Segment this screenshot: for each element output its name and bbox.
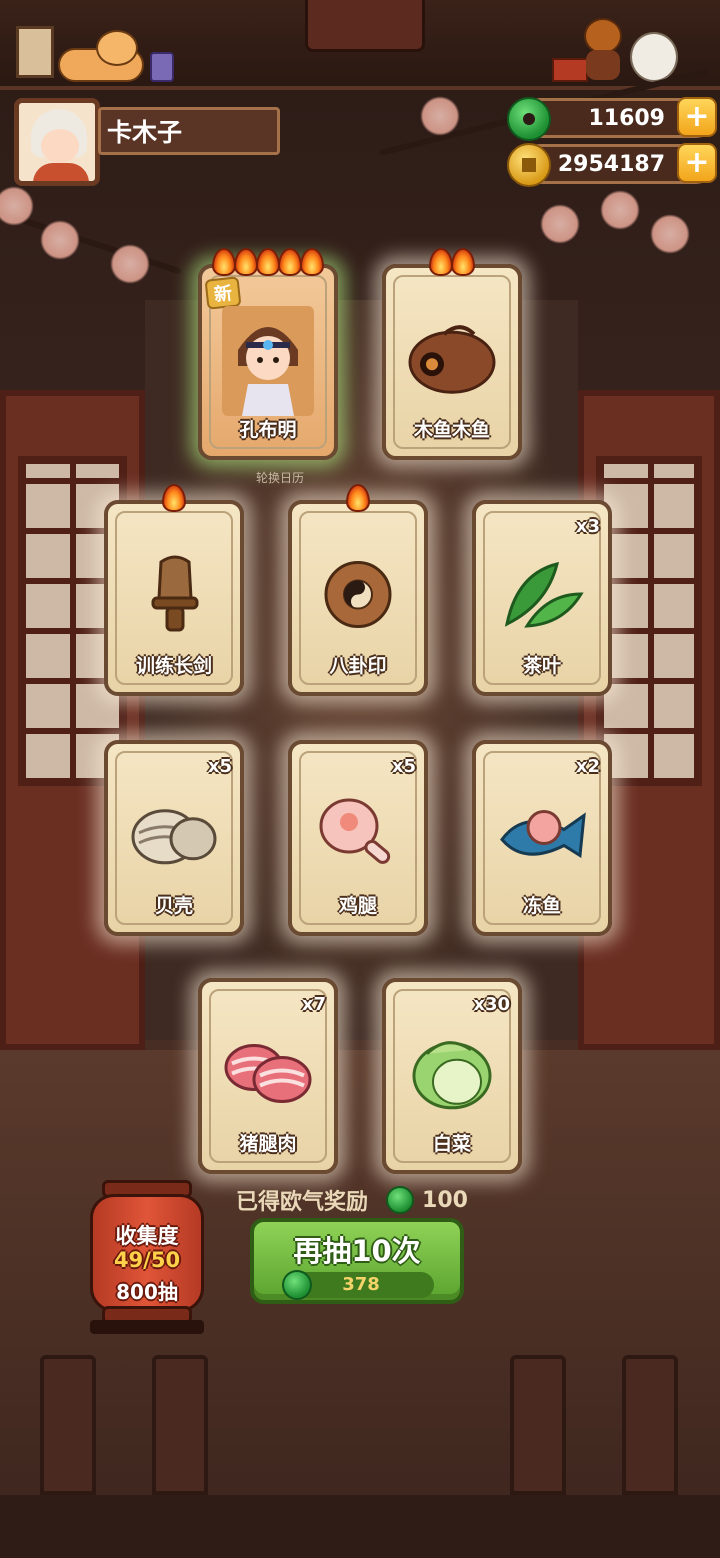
card-name: 贝壳 [154, 895, 193, 917]
wooden-fish-icon [408, 325, 496, 394]
collection-draw-count: 800抽 [116, 1280, 178, 1304]
draw-cost: 378 [282, 1270, 434, 1300]
card-name: 猪腿肉 [239, 1133, 297, 1155]
shell-icon [131, 809, 217, 865]
left-fence [40, 1355, 210, 1495]
right-fence [510, 1355, 680, 1495]
luck-reward-label: 已得欧气奖励 [236, 1190, 369, 1215]
rarity-flames [346, 484, 370, 512]
rarity-flames [429, 248, 475, 276]
flame-icon [429, 248, 453, 276]
npc-character-decoration [580, 18, 626, 80]
collection-title: 收集度 [115, 1224, 179, 1248]
card-name: 训练长剑 [135, 655, 212, 677]
jade-icon [507, 97, 551, 141]
reward-card-bagua-seal[interactable]: 八卦印 [288, 484, 428, 696]
card-quantity: x2 [575, 756, 600, 777]
reward-card-shell[interactable]: x5 贝壳 [104, 740, 244, 936]
blossom-decoration [650, 214, 690, 254]
add-jade-button[interactable]: + [677, 97, 717, 137]
reward-card-frozen-fish[interactable]: x2 冻鱼 [472, 740, 612, 936]
coin-icon [507, 143, 551, 187]
top-portrait-frame [305, 0, 425, 52]
draw-cost-amount: 378 [342, 1274, 380, 1295]
jade-icon [386, 1186, 415, 1214]
right-window [578, 390, 720, 1050]
reward-card-muyu[interactable]: 木鱼木鱼 [382, 248, 522, 460]
luck-reward-info: 已得欧气奖励 100 [236, 1184, 468, 1216]
blossom-decoration [40, 220, 80, 260]
jade-amount: 11609 [588, 105, 665, 131]
card-name: 白菜 [432, 1133, 471, 1155]
player-avatar[interactable] [14, 98, 100, 186]
flame-icon [278, 248, 302, 276]
card-name: 孔布明 [239, 419, 297, 441]
reward-card-cabbage[interactable]: x30 白菜 [382, 978, 522, 1174]
rarity-flames [162, 484, 186, 512]
rotation-calendar-caption: 轮换日历 [255, 471, 304, 485]
flame-icon [212, 248, 236, 276]
bottom-bar [0, 1495, 720, 1558]
card-quantity: x7 [301, 994, 326, 1015]
blossom-decoration [110, 244, 150, 284]
reward-card-kongbuming[interactable]: 新 孔布明 [198, 248, 338, 460]
blossom-decoration [420, 96, 460, 136]
jade-icon [282, 1270, 312, 1300]
luck-reward-amount: 100 [422, 1187, 468, 1213]
player-name: 卡木子 [107, 118, 183, 147]
card-name: 冻鱼 [522, 895, 561, 917]
reward-card-tea-leaves[interactable]: x3 茶叶 [472, 500, 612, 696]
card-quantity: x3 [575, 516, 600, 537]
owl-decoration [630, 32, 678, 82]
drumstick-icon [319, 798, 391, 864]
card-name: 木鱼木鱼 [413, 419, 490, 441]
collection-progress: 49/50 [113, 1248, 181, 1272]
jade-currency-bar: 11609 + [507, 97, 717, 141]
collection-lantern[interactable]: 收集度 49/50 800抽 [90, 1180, 204, 1340]
left-window [0, 390, 145, 1050]
flame-icon [162, 484, 186, 512]
card-name: 茶叶 [522, 655, 561, 677]
blossom-decoration [540, 204, 580, 244]
tea-leaf-icon [504, 561, 584, 628]
coin-amount: 2954187 [557, 151, 665, 177]
character-portrait-icon [222, 306, 314, 416]
card-quantity: x30 [473, 994, 510, 1015]
cat-decoration [58, 30, 144, 82]
draw-again-button[interactable]: 再抽10次 378 [250, 1218, 464, 1304]
blossom-decoration [600, 190, 640, 230]
coin-currency-bar: 2954187 + [507, 143, 717, 187]
pork-icon [224, 1044, 312, 1103]
flame-icon [346, 484, 370, 512]
flame-icon [234, 248, 258, 276]
jar-decoration [150, 52, 174, 82]
reward-card-training-sword[interactable]: 训练长剑 [104, 484, 244, 696]
card-name: 鸡腿 [338, 895, 377, 917]
draw-again-label: 再抽10次 [293, 1234, 421, 1268]
card-quantity: x5 [391, 756, 416, 777]
flame-icon [256, 248, 280, 276]
bagua-seal-icon [324, 561, 392, 628]
reward-card-drumstick[interactable]: x5 鸡腿 [288, 740, 428, 936]
wooden-sword-icon [151, 555, 199, 632]
add-coins-button[interactable]: + [677, 143, 717, 183]
wall-scroll-decoration [16, 26, 54, 78]
flame-icon [451, 248, 475, 276]
rarity-flames [212, 248, 324, 276]
frozen-fish-icon [500, 810, 586, 859]
reward-card-pork-leg[interactable]: x7 猪腿肉 [198, 978, 338, 1174]
player-name-plate: 卡木子 [98, 107, 280, 155]
flame-icon [300, 248, 324, 276]
cabbage-icon [412, 1041, 492, 1110]
card-quantity: x5 [207, 756, 232, 777]
card-name: 八卦印 [329, 655, 387, 677]
